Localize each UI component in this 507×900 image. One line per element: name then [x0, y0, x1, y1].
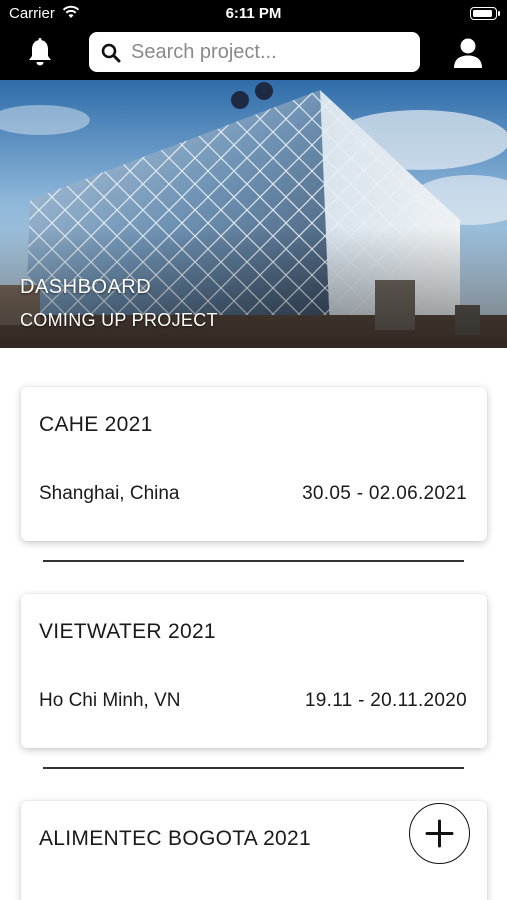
search-icon — [101, 43, 121, 63]
project-location: Ho Chi Minh, VN — [39, 690, 181, 711]
battery-icon — [470, 7, 500, 20]
hero-building-image — [0, 80, 507, 348]
hero-banner: DASHBOARD COMING UP PROJECT — [0, 80, 507, 348]
hero-subtitle: COMING UP PROJECT — [20, 310, 218, 330]
status-time: 6:11 PM — [225, 5, 282, 22]
top-bar — [0, 28, 507, 80]
plus-icon — [425, 819, 454, 848]
user-icon[interactable] — [453, 37, 483, 69]
status-bar: Carrier 6:11 PM — [0, 0, 507, 28]
divider — [43, 767, 464, 769]
project-name: ALIMENTEC BOGOTA 2021 — [39, 827, 311, 850]
hero-title: DASHBOARD — [20, 276, 152, 298]
bell-icon[interactable] — [24, 37, 56, 69]
divider — [43, 560, 464, 562]
search-bar[interactable] — [89, 32, 420, 72]
project-card[interactable]: VIETWATER 2021 Ho Chi Minh, VN 19.11 - 2… — [21, 594, 487, 748]
project-name: CAHE 2021 — [39, 413, 153, 436]
project-location: Shanghai, China — [39, 483, 180, 504]
project-dates: 19.11 - 20.11.2020 — [304, 690, 467, 711]
project-dates: 30.05 - 02.06.2021 — [302, 483, 467, 504]
search-input[interactable] — [131, 32, 411, 72]
project-card[interactable]: CAHE 2021 Shanghai, China 30.05 - 02.06.… — [21, 387, 487, 541]
project-name: VIETWATER 2021 — [39, 620, 216, 643]
add-project-button[interactable] — [409, 803, 470, 864]
